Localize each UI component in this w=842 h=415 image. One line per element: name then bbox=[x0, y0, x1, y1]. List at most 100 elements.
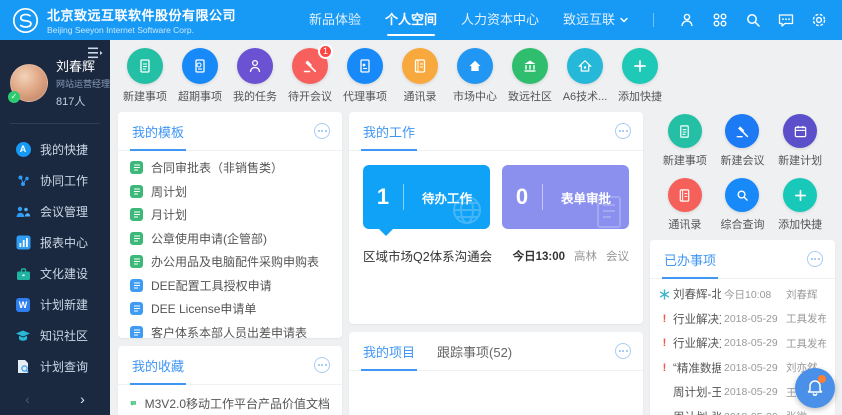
quick-action-label: A6技术... bbox=[562, 88, 608, 104]
quick-action-seeyon-community[interactable]: 致远社区 bbox=[507, 48, 553, 104]
template-item[interactable]: 公章使用申请(企管部) bbox=[130, 227, 330, 251]
search-icon[interactable] bbox=[744, 11, 762, 29]
sidebar-item-plan-query[interactable]: 计划查询 bbox=[0, 351, 110, 382]
form-doc-icon bbox=[130, 326, 143, 338]
sidebar-item-meeting-mgmt[interactable]: 会议管理 bbox=[0, 196, 110, 227]
meeting-row[interactable]: 区域市场Q2体系沟通会 今日13:00 高林 会议 bbox=[349, 229, 643, 265]
form-approval-card[interactable]: 0 表单审批 bbox=[502, 165, 629, 229]
quick-action-label: 待开会议 bbox=[287, 88, 333, 104]
sidebar-item-knowledge[interactable]: 知识社区 bbox=[0, 320, 110, 351]
sidebar-item-label: 知识社区 bbox=[40, 327, 88, 344]
action-label: 新建计划 bbox=[771, 152, 829, 168]
home-alt-icon bbox=[567, 48, 603, 84]
sidebar-item-plan-new[interactable]: W 计划新建 bbox=[0, 289, 110, 320]
collapse-menu-icon[interactable] bbox=[87, 46, 103, 60]
done-row[interactable]: ! 行业解决方... 2018-05-29 工具发布. bbox=[659, 307, 826, 332]
notification-dot bbox=[818, 375, 826, 383]
quick-action-label: 我的任务 bbox=[232, 88, 278, 104]
favorite-item-label: M3V2.0移动工作平台产品价值文档 bbox=[145, 395, 330, 412]
more-options-icon[interactable] bbox=[615, 343, 631, 359]
company-name-en: Beijing Seeyon Internet Software Corp. bbox=[47, 25, 236, 35]
sidebar-divider bbox=[10, 123, 100, 124]
sidebar-item-my-shortcuts[interactable]: A 我的快捷 bbox=[0, 134, 110, 165]
done-row[interactable]: 周计划-张微-... 2018-05-29 张微 bbox=[659, 405, 826, 415]
quick-action-my-tasks[interactable]: 我的任务 bbox=[232, 48, 278, 104]
quick-action-label: 超期事项 bbox=[177, 88, 223, 104]
done-title: 周计划-王平... bbox=[673, 384, 721, 400]
action-contacts[interactable]: 通讯录 bbox=[656, 178, 714, 232]
quick-action-contacts[interactable]: 通讯录 bbox=[397, 48, 443, 104]
tab-done-items[interactable]: 已办事项 bbox=[662, 250, 718, 279]
tab-tracked-items[interactable]: 跟踪事项(52) bbox=[435, 342, 514, 371]
template-item[interactable]: 周计划 bbox=[130, 180, 330, 204]
member-icon[interactable] bbox=[678, 11, 696, 29]
more-options-icon[interactable] bbox=[807, 251, 823, 267]
card-tail bbox=[379, 229, 393, 236]
more-options-icon[interactable] bbox=[314, 123, 330, 139]
done-title: 行业解决方... bbox=[673, 335, 721, 351]
template-item[interactable]: 客户体系本部人员出差申请表 bbox=[130, 321, 330, 339]
urgent-mark: ! bbox=[659, 313, 670, 325]
template-item[interactable]: 办公用品及电脑配件采购申购表 bbox=[130, 250, 330, 274]
template-item-label: DEE License申请单 bbox=[151, 300, 256, 317]
nav-separator bbox=[653, 13, 654, 27]
nav-hr-center[interactable]: 人力资本中心 bbox=[461, 0, 539, 40]
app-grid-icon[interactable] bbox=[711, 11, 729, 29]
nav-seeyon-dropdown[interactable]: 致远互联 bbox=[563, 0, 629, 40]
tab-my-work[interactable]: 我的工作 bbox=[361, 122, 417, 151]
form-doc-icon bbox=[130, 161, 143, 174]
quick-action-delegated[interactable]: 代理事项 bbox=[342, 48, 388, 104]
action-label: 添加快捷 bbox=[771, 216, 829, 232]
template-item-label: 月计划 bbox=[151, 206, 187, 223]
tab-my-templates[interactable]: 我的模板 bbox=[130, 122, 186, 151]
template-item[interactable]: DEE License申请单 bbox=[130, 297, 330, 321]
briefcase-icon bbox=[15, 266, 31, 282]
quick-action-a6-tech[interactable]: A6技术... bbox=[562, 48, 608, 104]
action-combined-search[interactable]: 综合查询 bbox=[714, 178, 772, 232]
meeting-type: 会议 bbox=[606, 248, 629, 264]
message-icon[interactable] bbox=[777, 11, 795, 29]
bank-icon bbox=[512, 48, 548, 84]
action-new-meeting[interactable]: 新建会议 bbox=[714, 114, 772, 168]
nav-new-experience[interactable]: 新品体验 bbox=[309, 0, 361, 40]
template-item[interactable]: 月计划 bbox=[130, 203, 330, 227]
template-item[interactable]: DEE配置工具授权申请 bbox=[130, 274, 330, 298]
template-item-label: 周计划 bbox=[151, 183, 187, 200]
tab-my-favorites[interactable]: 我的收藏 bbox=[130, 356, 186, 385]
nav-personal-space[interactable]: 个人空间 bbox=[385, 0, 437, 40]
action-new-plan[interactable]: 新建计划 bbox=[771, 114, 829, 168]
done-row[interactable]: ! 行业解决方... 2018-05-29 工具发布. bbox=[659, 331, 826, 356]
pager-next-icon[interactable]: › bbox=[80, 391, 85, 407]
sidebar-item-report-center[interactable]: 报表中心 bbox=[0, 227, 110, 258]
action-add-shortcut[interactable]: 添加快捷 bbox=[771, 178, 829, 232]
my-projects-panel: 我的项目 跟踪事项(52) bbox=[349, 332, 643, 415]
form-doc-icon bbox=[130, 208, 143, 221]
done-title: “精准数据... bbox=[673, 360, 721, 376]
favorite-item[interactable]: M3V2.0移动工作平台产品价值文档 bbox=[130, 390, 330, 415]
template-item-label: 合同审批表（非销售类） bbox=[151, 159, 283, 176]
more-options-icon[interactable] bbox=[314, 357, 330, 373]
graduation-cap-icon bbox=[15, 328, 31, 344]
more-options-icon[interactable] bbox=[615, 123, 631, 139]
form-doc-icon bbox=[130, 255, 143, 268]
globe-watermark-icon bbox=[449, 192, 485, 228]
quick-action-new-item[interactable]: 新建事项 bbox=[122, 48, 168, 104]
quick-action-add-shortcut[interactable]: 添加快捷 bbox=[617, 48, 663, 104]
quick-action-overdue[interactable]: 超期事项 bbox=[177, 48, 223, 104]
pager-prev-icon[interactable]: ‹ bbox=[25, 391, 30, 407]
done-row[interactable]: 刘春辉-北... 今日10:08 刘春辉 bbox=[659, 282, 826, 307]
done-person: 刘春辉 bbox=[786, 287, 826, 302]
quick-action-pending-meeting[interactable]: 1 待开会议 bbox=[287, 48, 333, 104]
template-item[interactable]: 合同审批表（非销售类） bbox=[130, 156, 330, 180]
sidebar-item-culture[interactable]: 文化建设 bbox=[0, 258, 110, 289]
settings-gear-icon[interactable] bbox=[810, 11, 828, 29]
quick-action-label: 代理事项 bbox=[342, 88, 388, 104]
notification-bell-button[interactable] bbox=[795, 368, 835, 408]
quick-action-market-center[interactable]: 市场中心 bbox=[452, 48, 498, 104]
action-new-item[interactable]: 新建事项 bbox=[656, 114, 714, 168]
tab-my-projects[interactable]: 我的项目 bbox=[361, 342, 417, 371]
sidebar-item-collaboration[interactable]: 协同工作 bbox=[0, 165, 110, 196]
template-item-label: 办公用品及电脑配件采购申购表 bbox=[151, 253, 319, 270]
top-header-bar: 北京致远互联软件股份有限公司 Beijing Seeyon Internet S… bbox=[0, 0, 842, 40]
todo-work-card[interactable]: 1 待办工作 bbox=[363, 165, 490, 229]
